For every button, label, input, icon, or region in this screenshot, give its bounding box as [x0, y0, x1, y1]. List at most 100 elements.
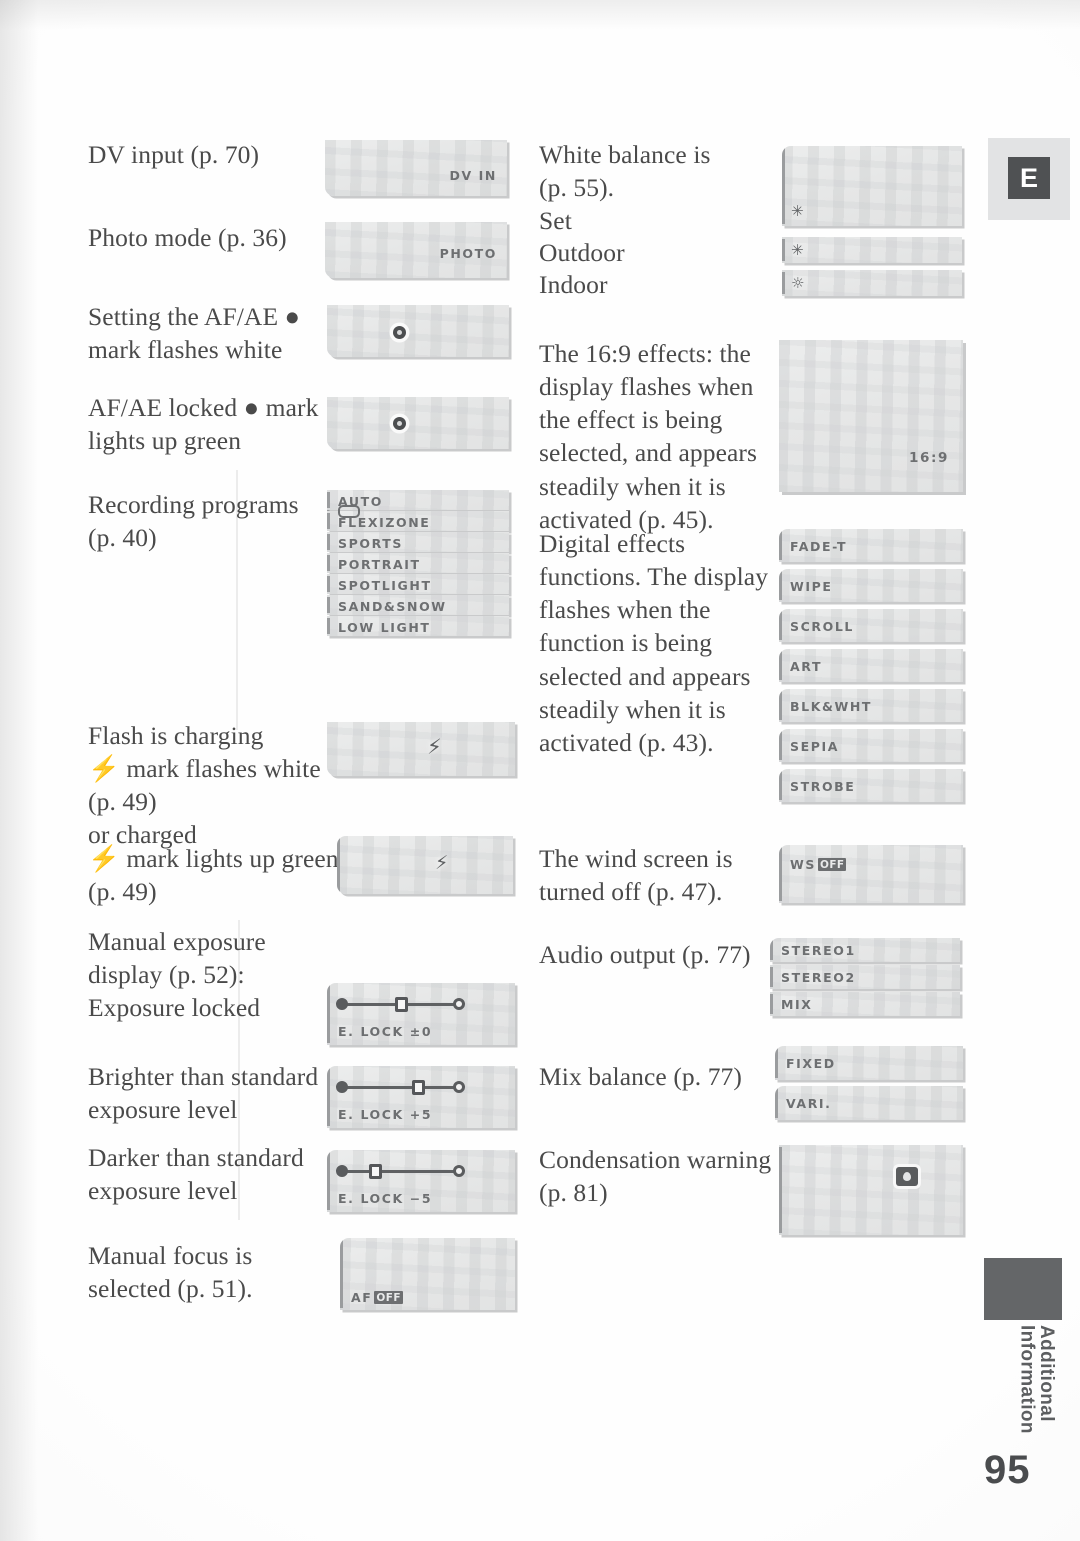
recording-program-label: FLEXIZONE: [338, 515, 431, 530]
caption-audio-output: Audio output (p. 77): [539, 940, 751, 969]
osd-exposure-lock-zero: E. LOCK ±0: [338, 1024, 433, 1039]
digital-effect-label: BLK&WHT: [790, 699, 873, 714]
caption-white-balance: White balance is (p. 55).: [539, 140, 711, 203]
caption-wb-outdoor: Outdoor: [539, 238, 625, 267]
recording-program-label: PORTRAIT: [338, 557, 421, 572]
afae-mark-icon: [393, 326, 406, 339]
caption-brighter-exposure: Brighter than standard exposure level: [88, 1062, 319, 1125]
scan-edge-left: [0, 0, 38, 1541]
lcd-panel-exposure-lock-zero: E. LOCK ±0: [327, 983, 515, 1045]
caption-dv-input: DV input (p. 70): [88, 140, 260, 169]
exposure-slider-handle: [369, 1164, 382, 1179]
recording-program-row: LOW LIGHT: [327, 616, 509, 636]
page-number: 95: [984, 1448, 1031, 1492]
language-tab-e: E: [1008, 157, 1050, 199]
osd-ws-label: WS: [790, 857, 816, 872]
caption-169-effects: The 16:9 effects: the display flashes wh…: [539, 339, 758, 534]
caption-wb-set: Set: [539, 206, 572, 235]
osd-exposure-lock-plus: E. LOCK +5: [338, 1107, 433, 1122]
osd-af-label: AF: [351, 1290, 373, 1305]
lcd-panel-exposure-lock-minus: E. LOCK −5: [327, 1150, 515, 1212]
ws-off-badge: OFF: [818, 858, 847, 871]
mix-balance-row: FIXED: [775, 1046, 963, 1080]
recording-program-row: SPOTLIGHT: [327, 574, 509, 594]
caption-manual-focus: Manual focus is selected (p. 51).: [88, 1241, 253, 1304]
digital-effect-row: STROBE: [779, 769, 963, 802]
lcd-panel-flash-charged: ⚡: [337, 836, 513, 894]
lcd-panel-mix-balance: FIXED VARI.: [775, 1046, 963, 1124]
exposure-slider-min-handle: [336, 998, 348, 1010]
digital-effect-row: WIPE: [779, 569, 963, 602]
digital-effect-label: FADE-T: [790, 539, 848, 554]
digital-effect-label: WIPE: [790, 579, 833, 594]
caption-flash-charged: ⚡ mark lights up green (p. 49): [88, 844, 339, 907]
digital-effect-row: SCROLL: [779, 609, 963, 642]
section-tab-block: [984, 1258, 1062, 1320]
caption-condensation: Condensation warning (p. 81): [539, 1145, 772, 1208]
audio-output-row: STEREO2: [770, 965, 960, 989]
caption-mix-balance: Mix balance (p. 77): [539, 1062, 742, 1091]
condensation-warning-icon: [896, 1167, 918, 1186]
recording-program-label: SAND&SNOW: [338, 599, 447, 614]
flash-bolt-green-icon: ⚡: [435, 852, 449, 874]
exposure-slider-min-handle: [336, 1165, 348, 1177]
exposure-slider-max-handle: [453, 1081, 465, 1093]
osd-exposure-lock-minus: E. LOCK −5: [338, 1191, 433, 1206]
digital-effect-row: ART: [779, 649, 963, 682]
recording-program-row: AUTO: [327, 490, 509, 510]
caption-darker-exposure: Darker than standard exposure level: [88, 1143, 304, 1206]
lcd-panel-afae-locked: [327, 397, 509, 449]
lcd-panel-manual-focus: AF OFF: [340, 1238, 515, 1310]
wb-set-icon: ✳: [791, 202, 804, 220]
recording-program-label: LOW LIGHT: [338, 620, 431, 635]
scan-edge-top: [0, 0, 1080, 30]
recording-program-row: SPORTS: [327, 532, 509, 552]
exposure-slider-handle: [412, 1080, 425, 1095]
exposure-slider-min-handle: [336, 1081, 348, 1093]
caption-photo-mode: Photo mode (p. 36): [88, 223, 287, 252]
manual-page: DV input (p. 70) Photo mode (p. 36) Sett…: [0, 0, 1080, 1541]
audio-output-label: STEREO1: [781, 943, 856, 958]
lcd-panel-wind-screen: WS OFF: [779, 845, 963, 903]
digital-effect-row: FADE-T: [779, 529, 963, 562]
mix-balance-label: FIXED: [786, 1056, 836, 1071]
lcd-panel-exposure-lock-plus: E. LOCK +5: [327, 1066, 515, 1128]
lcd-panel-audio-output: STEREO1 STEREO2 MIX: [770, 938, 960, 1020]
osd-photo: PHOTO: [439, 246, 497, 261]
lcd-panel-wb-indoor: ☼: [782, 270, 962, 296]
lcd-panel-wb-outdoor: ✳: [782, 237, 962, 263]
recording-program-row: SAND&SNOW: [327, 595, 509, 615]
lcd-panel-wb-set: ✳: [782, 146, 962, 226]
lcd-panel-flash-charging: ⚡: [327, 722, 515, 776]
lcd-panel-condensation: [779, 1145, 963, 1235]
osd-aspect-169: 16:9: [909, 450, 949, 466]
lcd-panel-digital-effects: FADE-T WIPE SCROLL ART BLK&WHT SEPIA STROBE: [779, 529, 963, 804]
exposure-slider-max-handle: [453, 998, 465, 1010]
osd-dv-in: DV IN: [449, 168, 497, 183]
lcd-panel-afae-setting: [327, 305, 509, 357]
af-off-badge: OFF: [374, 1291, 403, 1304]
caption-wind-screen: The wind screen is turned off (p. 47).: [539, 844, 733, 907]
caption-recording-programs: Recording programs (p. 40): [88, 490, 299, 553]
digital-effect-row: BLK&WHT: [779, 689, 963, 722]
caption-afae-setting: Setting the AF/AE ● mark flashes white: [88, 302, 301, 365]
digital-effect-label: ART: [790, 659, 823, 674]
recording-program-label: SPOTLIGHT: [338, 578, 432, 593]
recording-program-label: SPORTS: [338, 536, 403, 551]
caption-flash-charging: Flash is charging ⚡ mark flashes white (…: [88, 721, 321, 850]
exposure-slider-max-handle: [453, 1165, 465, 1177]
exposure-slider-track: [341, 1086, 459, 1089]
digital-effect-row: SEPIA: [779, 729, 963, 762]
lcd-panel-dv-input: DV IN: [325, 140, 507, 196]
audio-output-row: STEREO1: [770, 938, 960, 962]
caption-manual-exposure: Manual exposure display (p. 52): Exposur…: [88, 927, 266, 1023]
caption-wb-indoor: Indoor: [539, 270, 608, 299]
audio-output-row: MIX: [770, 992, 960, 1016]
audio-output-label: STEREO2: [781, 970, 856, 985]
mix-balance-row: VARI.: [775, 1086, 963, 1120]
caption-digital-effects: Digital effects functions. The display f…: [539, 529, 769, 757]
caption-afae-locked: AF/AE locked ● mark lights up green: [88, 393, 319, 456]
flash-bolt-icon: ⚡: [427, 735, 442, 759]
wb-outdoor-icon: ✳: [791, 241, 804, 259]
exposure-slider-track: [341, 1170, 459, 1173]
